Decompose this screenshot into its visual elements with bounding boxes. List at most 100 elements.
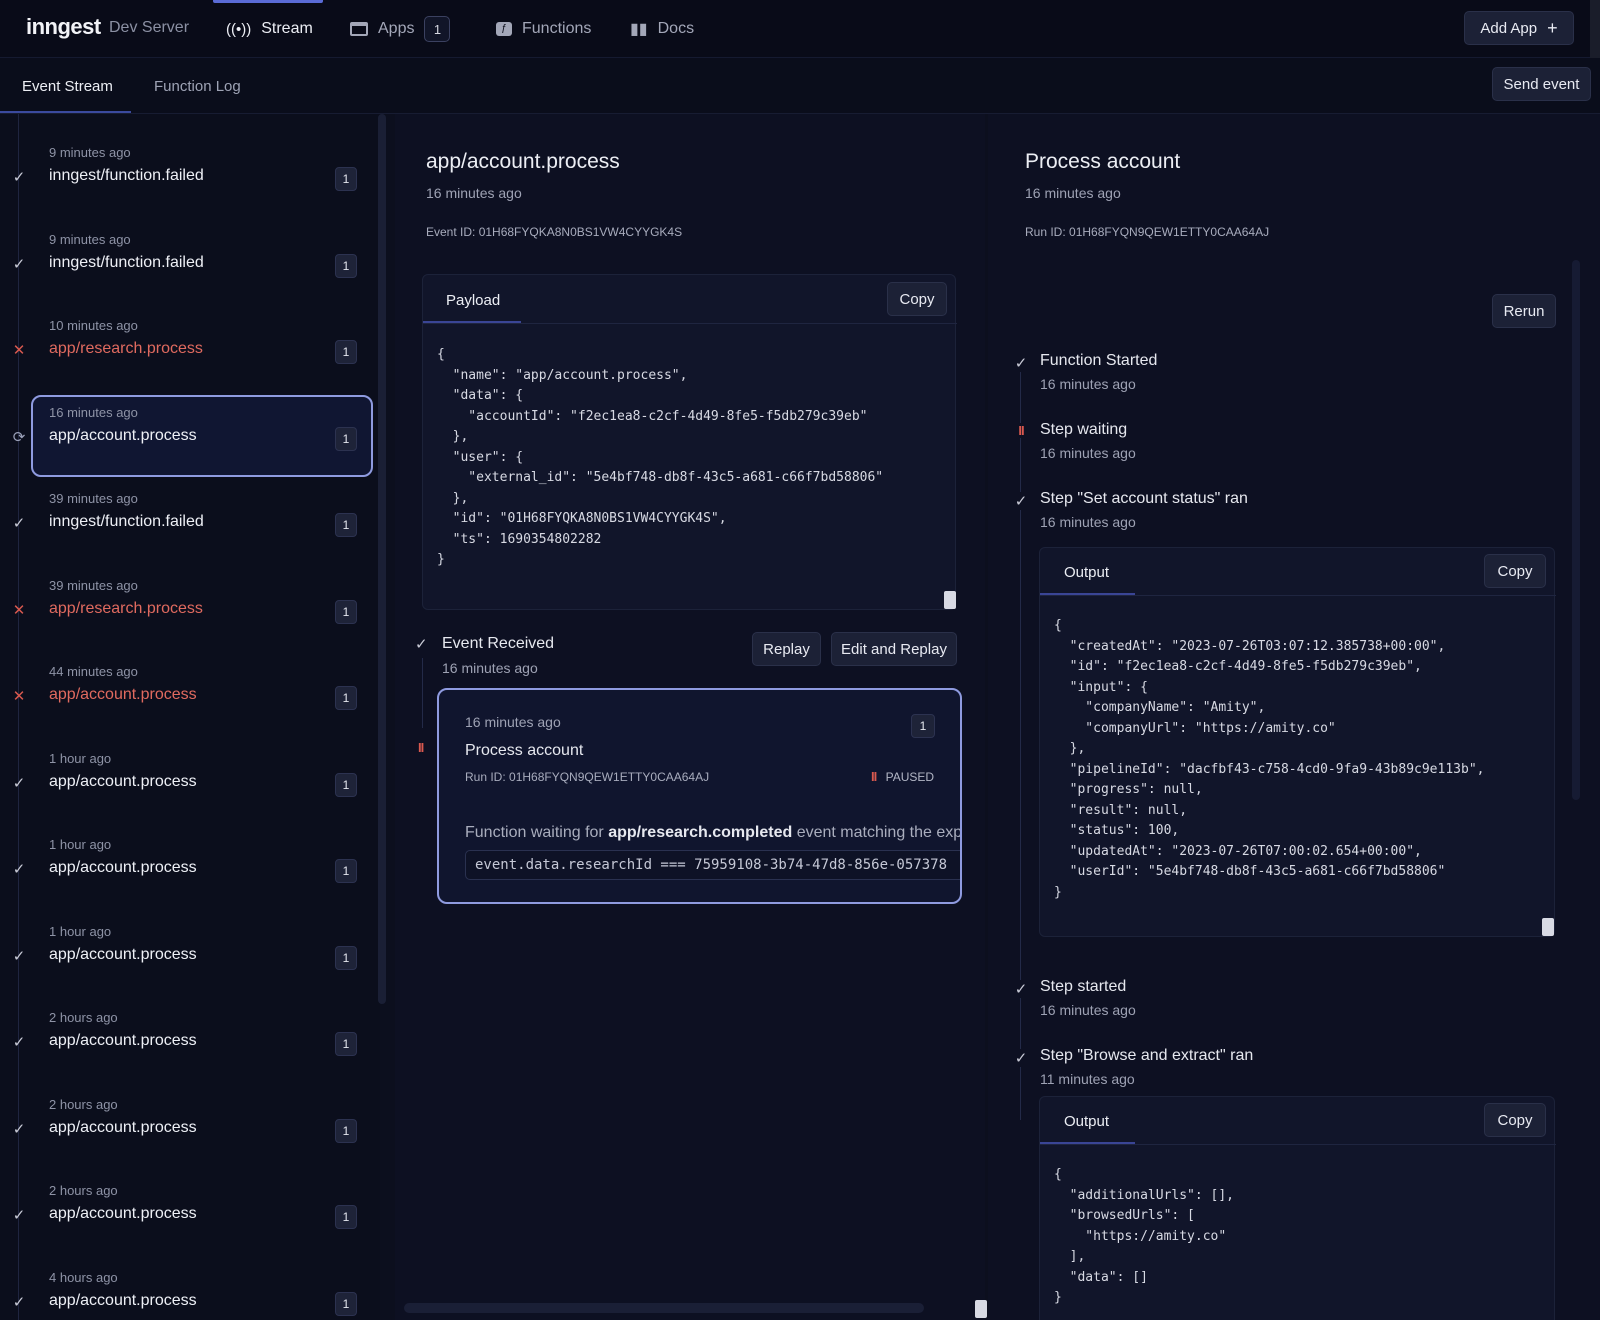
event-name: app/account.process (49, 686, 197, 703)
event-time: 1 hour ago (49, 750, 112, 766)
event-name: inngest/function.failed (49, 167, 204, 184)
step-label[interactable]: Step "Browse and extract" ran (1040, 1047, 1253, 1065)
event-name: app/account.process (49, 1205, 197, 1222)
edit-and-replay-button[interactable]: Edit and Replay (831, 632, 957, 666)
payload-copy-button[interactable]: Copy (887, 282, 947, 316)
run-card-status: II PAUSED (871, 769, 934, 784)
check-icon: ✓ (12, 1034, 26, 1051)
check-icon: ✓ (1014, 1049, 1028, 1067)
event-time: 1 hour ago (49, 837, 112, 852)
event-list-item[interactable]: ✓ 9 minutes ago inngest/function.failed 1 (0, 114, 370, 194)
middle-horizontal-scrollbar[interactable] (404, 1303, 924, 1313)
send-event-button[interactable]: Send event (1492, 67, 1591, 101)
waiting-suffix: event matching the expre (792, 824, 962, 841)
event-name: inngest/function.failed (49, 253, 204, 271)
pause-icon: II (1014, 423, 1028, 438)
event-name: inngest/function.failed (49, 513, 204, 530)
output-tab-2[interactable]: Output (1064, 1113, 1109, 1130)
book-icon: ▮▮ (630, 21, 648, 38)
tab-event-stream[interactable]: Event Stream (22, 58, 113, 114)
tab-function-log[interactable]: Function Log (154, 58, 241, 114)
check-icon: ✓ (12, 1293, 26, 1311)
event-count-badge: 1 (335, 1032, 357, 1056)
nav-docs[interactable]: ▮▮ Docs (630, 0, 694, 58)
event-time: 10 minutes ago (49, 318, 138, 333)
event-count-badge: 1 (335, 772, 357, 797)
event-time: 1 hour ago (49, 923, 112, 939)
nav-apps[interactable]: Apps 1 (350, 0, 451, 58)
output-json-1: { "createdAt": "2023-07-26T03:07:12.3857… (1054, 618, 1485, 900)
output-divider-2 (1040, 1144, 1556, 1145)
expression-box: event.data.researchId === 75959108-3b74-… (465, 850, 960, 880)
check-icon: ✓ (415, 636, 428, 653)
output-copy-label-1: Copy (1497, 562, 1533, 580)
run-timeline-line (1020, 360, 1021, 1120)
event-stream-list: ✓ 9 minutes ago inngest/function.failed 1 ✓ 9… (0, 114, 380, 1320)
replay-label: Replay (763, 640, 810, 658)
event-list-item[interactable]: ✓ 39 minutes ago inngest/function.failed 1 (0, 460, 370, 540)
replay-button[interactable]: Replay (752, 632, 821, 666)
nav-functions-label: Functions (522, 20, 592, 37)
event-time: 2 hours ago (49, 1183, 118, 1198)
payload-tab[interactable]: Payload (446, 292, 500, 309)
event-list-item[interactable]: ✕ 10 minutes ago app/research.process 1 (0, 287, 370, 367)
step-label[interactable]: Step "Set account status" ran (1040, 490, 1248, 508)
event-list-item[interactable]: ⟳ 16 minutes ago app/account.process 1 (0, 374, 373, 477)
output-copy-button-2[interactable]: Copy (1484, 1103, 1546, 1137)
event-list-item[interactable]: ✓ 1 hour ago app/account.process 1 (0, 806, 370, 886)
x-icon: ✕ (12, 342, 26, 359)
payload-resize-handle[interactable] (944, 591, 956, 609)
inngest-logo[interactable]: inngest (26, 14, 101, 40)
output-resize-handle-1[interactable] (1542, 918, 1554, 936)
check-icon: ✓ (12, 169, 26, 186)
output-copy-button-1[interactable]: Copy (1484, 554, 1546, 588)
payload-card: Payload Copy { "name": "app/account.proc… (422, 274, 957, 610)
event-list-item[interactable]: ✓ 1 hour ago app/account.process 1 (0, 720, 370, 800)
add-app-button[interactable]: Add App + (1464, 11, 1574, 45)
event-count-badge: 1 (335, 253, 357, 278)
event-count-badge: 1 (335, 426, 357, 451)
x-icon: ✕ (12, 601, 26, 619)
function-icon: ƒ (496, 22, 512, 36)
send-event-label: Send event (1503, 75, 1580, 93)
check-icon: ✓ (12, 515, 26, 532)
event-count-badge: 1 (335, 1291, 357, 1316)
event-list-item[interactable]: ✕ 44 minutes ago app/account.process 1 (0, 633, 370, 713)
check-icon: ✓ (12, 947, 26, 965)
run-card-status-label: PAUSED (885, 770, 935, 784)
event-time: 39 minutes ago (49, 577, 138, 593)
waiting-prefix: Function waiting for (465, 824, 609, 841)
event-count-badge: 1 (335, 513, 357, 537)
step-label[interactable]: Function Started (1040, 352, 1157, 370)
step-label[interactable]: Step started (1040, 978, 1126, 996)
run-card[interactable]: 16 minutes ago 1 Process account Run ID:… (437, 688, 962, 904)
nav-functions[interactable]: ƒ Functions (496, 0, 591, 58)
sidebar-scrollbar[interactable] (378, 114, 386, 1004)
event-list-item[interactable]: ✓ 2 hours ago app/account.process 1 (0, 1066, 370, 1146)
event-time: 2 hours ago (49, 1096, 118, 1112)
event-timeline-line (422, 658, 423, 728)
event-name: app/account.process (49, 945, 197, 963)
event-list-item[interactable]: ✕ 39 minutes ago app/research.process 1 (0, 547, 370, 627)
run-title: Process account (1025, 150, 1181, 173)
check-icon: ✓ (12, 774, 26, 792)
output-json-2: { "additionalUrls": [], "browsedUrls": [… (1054, 1167, 1235, 1305)
event-list-item[interactable]: ✓ 2 hours ago app/account.process 1 (0, 1152, 370, 1232)
event-name: app/research.process (49, 599, 203, 617)
apps-count-badge: 1 (424, 16, 451, 42)
payload-divider (423, 323, 957, 324)
right-scrollbar[interactable] (1572, 260, 1580, 800)
event-name: app/account.process (49, 1118, 197, 1136)
output-copy-label-2: Copy (1497, 1111, 1533, 1129)
rerun-button[interactable]: Rerun (1492, 294, 1556, 328)
event-count-badge: 1 (335, 1205, 357, 1229)
event-list-item[interactable]: ✓ 2 hours ago app/account.process 1 (0, 979, 370, 1059)
event-list-item[interactable]: ✓ 1 hour ago app/account.process 1 (0, 893, 370, 973)
event-list-item[interactable]: ✓ 4 hours ago app/account.process 1 (0, 1239, 370, 1319)
nav-stream[interactable]: ((•)) Stream (226, 0, 313, 58)
event-count-badge: 1 (335, 599, 357, 624)
event-list-item[interactable]: ✓ 9 minutes ago inngest/function.failed 1 (0, 201, 370, 281)
output-tab-1[interactable]: Output (1064, 564, 1109, 581)
step-label[interactable]: Step waiting (1040, 421, 1127, 439)
middle-resize-handle[interactable] (975, 1300, 987, 1318)
